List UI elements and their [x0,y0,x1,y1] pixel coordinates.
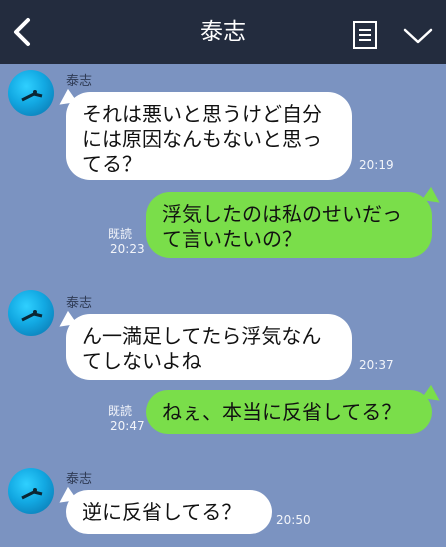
message-bubble-incoming[interactable]: ん一満足してたら浮気なん てしないよね [66,314,352,380]
message-time: 20:47 [110,419,145,433]
message-time: 20:23 [110,242,145,256]
message-time: 20:50 [276,513,311,527]
read-receipt: 既読 [108,227,133,241]
chat-title: 泰志 [200,19,246,45]
message-bubble-incoming[interactable]: 逆に反省してる？ [66,490,272,534]
sender-name: 泰志 [66,296,93,311]
diver-icon [21,90,43,102]
avatar[interactable] [8,290,54,336]
message-time: 20:37 [359,358,394,372]
read-receipt: 既読 [108,404,133,418]
diver-icon [21,488,43,500]
chat-header: 泰志 [0,0,446,64]
message-time: 20:19 [359,158,394,172]
message-bubble-outgoing[interactable]: 浮気したのは私のせいだっ て言いたいの？ [146,192,432,258]
sender-name: 泰志 [66,472,93,487]
message-bubble-outgoing[interactable]: ねぇ、本当に反省してる？ [146,390,432,434]
diver-icon [21,310,43,322]
message-bubble-incoming[interactable]: それは悪いと思うけど自分 には原因なんもないと思っ てる？ [66,92,352,180]
note-menu-icon[interactable] [352,20,378,50]
avatar[interactable] [8,468,54,514]
avatar[interactable] [8,70,54,116]
chevron-down-icon[interactable] [402,26,434,46]
sender-name: 泰志 [66,74,93,89]
